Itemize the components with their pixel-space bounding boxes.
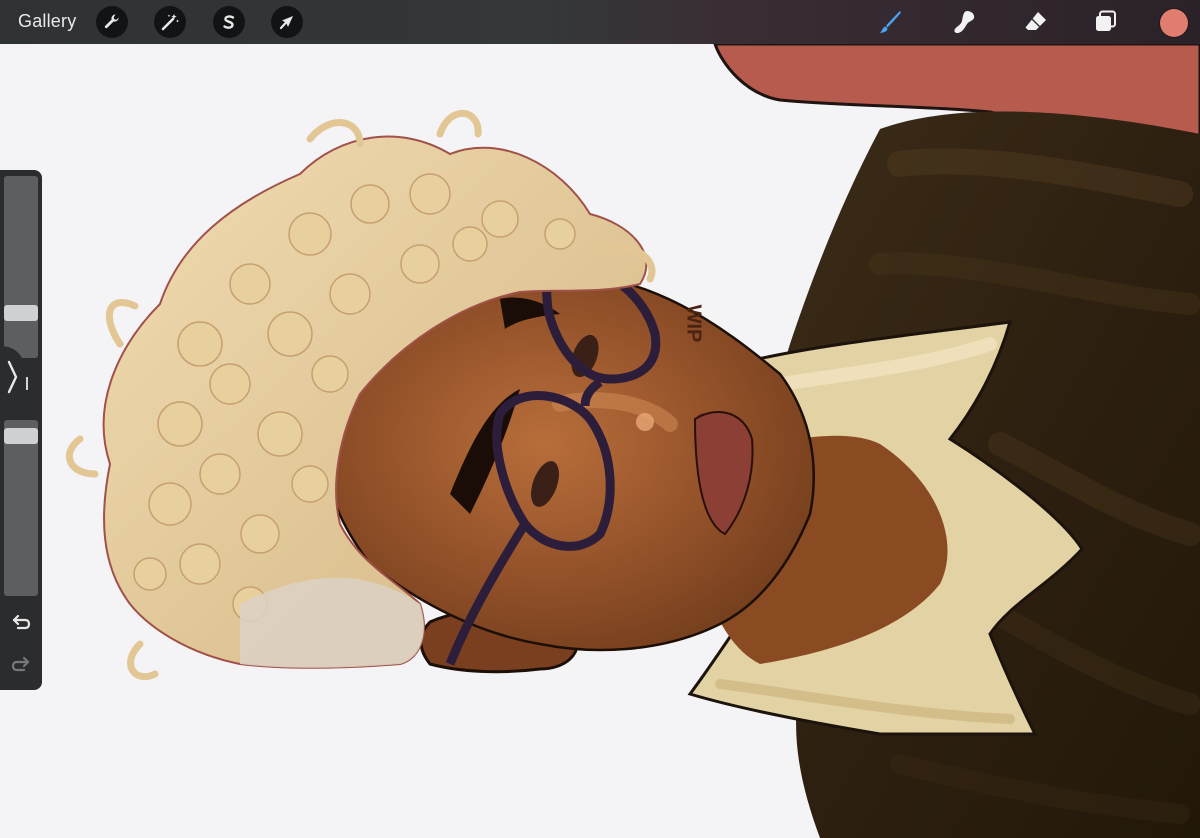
- wip-text: WIP: [682, 304, 705, 343]
- arrow-cursor-icon: [279, 16, 293, 30]
- artwork-illustration: [0, 44, 1200, 838]
- smudge-icon[interactable]: [950, 8, 978, 36]
- transform-button[interactable]: [271, 6, 303, 38]
- drawing-canvas[interactable]: WIP: [0, 44, 1200, 838]
- brush-size-slider[interactable]: [4, 176, 38, 358]
- brush-size-thumb[interactable]: [4, 305, 38, 321]
- opacity-thumb[interactable]: [4, 428, 38, 444]
- wrench-icon: [104, 14, 119, 29]
- selection-s-icon: [223, 15, 235, 29]
- left-sidebar: [0, 170, 42, 690]
- selection-button[interactable]: [213, 6, 245, 38]
- opacity-slider[interactable]: [4, 420, 38, 596]
- layers-icon[interactable]: [1092, 8, 1120, 36]
- top-toolbar: Gallery: [0, 0, 1200, 44]
- color-picker-swatch[interactable]: [1160, 9, 1188, 37]
- brush-icon[interactable]: [876, 8, 904, 36]
- gallery-button[interactable]: Gallery: [18, 11, 76, 32]
- actions-button[interactable]: [96, 6, 128, 38]
- eraser-icon[interactable]: [1022, 8, 1050, 36]
- redo-icon[interactable]: [9, 654, 33, 674]
- undo-icon[interactable]: [9, 612, 33, 632]
- magic-wand-icon: [161, 14, 179, 31]
- sidebar-handle-icon[interactable]: [0, 342, 28, 412]
- procreate-app: Gallery WIP: [0, 0, 1200, 838]
- adjustments-button[interactable]: [154, 6, 186, 38]
